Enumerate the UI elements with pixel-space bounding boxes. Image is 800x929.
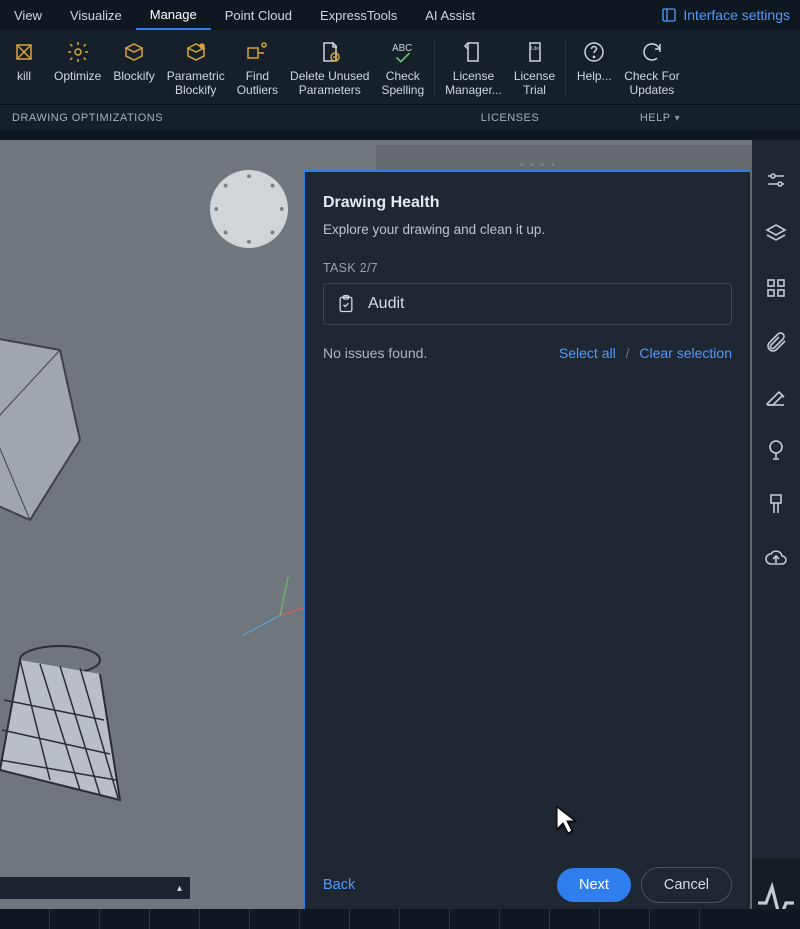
ribbon-delete-unused[interactable]: Delete Unused Parameters [284, 34, 375, 104]
help-icon [580, 38, 608, 66]
check-updates-icon [638, 38, 666, 66]
clear-selection-link[interactable]: Clear selection [639, 345, 732, 361]
ribbon-license-trial[interactable]: Lite License Trial [508, 34, 561, 104]
svg-text:ABC: ABC [392, 43, 412, 54]
grid-icon[interactable] [764, 276, 788, 300]
ribbon-find-outliers[interactable]: Find Outliers [231, 34, 284, 104]
chevron-down-icon: ▾ [675, 113, 681, 124]
sliders-icon[interactable] [764, 168, 788, 192]
ribbon-group-labels: DRAWING OPTIMIZATIONS LICENSES HELP▾ [0, 105, 800, 131]
ribbon-separator [565, 40, 566, 98]
tab-visualize[interactable]: Visualize [56, 2, 136, 29]
balloon-icon[interactable] [764, 438, 788, 462]
ribbon-separator [434, 40, 435, 98]
task-name: Audit [368, 295, 404, 313]
svg-text:Lite: Lite [531, 46, 539, 52]
tab-express-tools[interactable]: ExpressTools [306, 2, 411, 29]
side-toolbar [752, 140, 800, 929]
ribbon-license-manager[interactable]: License Manager... [439, 34, 508, 104]
no-issues-message: No issues found. [323, 345, 427, 361]
tab-view[interactable]: View [0, 2, 56, 29]
parametric-blockify-icon [182, 38, 210, 66]
ribbon-check-spelling[interactable]: ABC Check Spelling [375, 34, 430, 104]
find-outliers-icon [243, 38, 271, 66]
check-spelling-icon: ABC [389, 38, 417, 66]
next-button[interactable]: Next [557, 868, 631, 902]
ribbon-blockify[interactable]: Blockify [107, 34, 160, 104]
ribbon-kill[interactable]: kill [0, 34, 48, 104]
ribbon-group-drawing-opt: DRAWING OPTIMIZATIONS [0, 112, 440, 124]
ribbon-check-updates[interactable]: Check For Updates [618, 34, 685, 104]
menu-tabs: View Visualize Manage Point Cloud Expres… [0, 0, 800, 30]
ribbon-help[interactable]: Help... [570, 34, 618, 104]
delete-unused-icon [316, 38, 344, 66]
layout-icon [661, 7, 677, 23]
status-bar [0, 909, 800, 929]
drawing-health-panel: Drawing Health Explore your drawing and … [303, 170, 750, 919]
cloud-upload-icon[interactable] [764, 546, 788, 570]
task-box[interactable]: Audit [323, 283, 732, 325]
paperclip-icon[interactable] [764, 330, 788, 354]
layers-icon[interactable] [764, 222, 788, 246]
kill-icon [10, 38, 38, 66]
blockify-icon [120, 38, 148, 66]
license-manager-icon [459, 38, 487, 66]
interface-settings-label: Interface settings [683, 7, 790, 23]
ribbon-optimize[interactable]: Optimize [48, 34, 107, 104]
tab-manage[interactable]: Manage [136, 1, 211, 30]
eraser-icon[interactable] [764, 384, 788, 408]
model-geometry [0, 320, 90, 540]
gear-icon [64, 38, 92, 66]
cancel-button[interactable]: Cancel [641, 867, 732, 903]
clipboard-check-icon [336, 294, 356, 314]
tab-point-cloud[interactable]: Point Cloud [211, 2, 306, 29]
select-all-link[interactable]: Select all [559, 345, 616, 361]
panel-title: Drawing Health [323, 194, 732, 212]
issues-row: No issues found. Select all / Clear sele… [323, 345, 732, 361]
task-counter: TASK 2/7 [323, 261, 732, 275]
license-trial-icon: Lite [521, 38, 549, 66]
panel-subtitle: Explore your drawing and clean it up. [323, 222, 732, 237]
back-button[interactable]: Back [323, 877, 355, 893]
chevron-up-icon: ▴ [177, 883, 182, 894]
tab-ai-assist[interactable]: AI Assist [411, 2, 489, 29]
model-wireframe [0, 620, 170, 820]
ribbon-parametric-blockify[interactable]: Parametric Blockify [161, 34, 231, 104]
ribbon-group-licenses: LICENSES [440, 112, 580, 124]
interface-settings-link[interactable]: Interface settings [661, 7, 800, 23]
ribbon-group-help[interactable]: HELP▾ [580, 112, 740, 124]
ribbon: kill Optimize Blockify Parametric Blocki… [0, 30, 800, 105]
command-line[interactable]: ▴ [0, 877, 190, 899]
view-compass[interactable] [210, 170, 288, 248]
brush-icon[interactable] [764, 492, 788, 516]
